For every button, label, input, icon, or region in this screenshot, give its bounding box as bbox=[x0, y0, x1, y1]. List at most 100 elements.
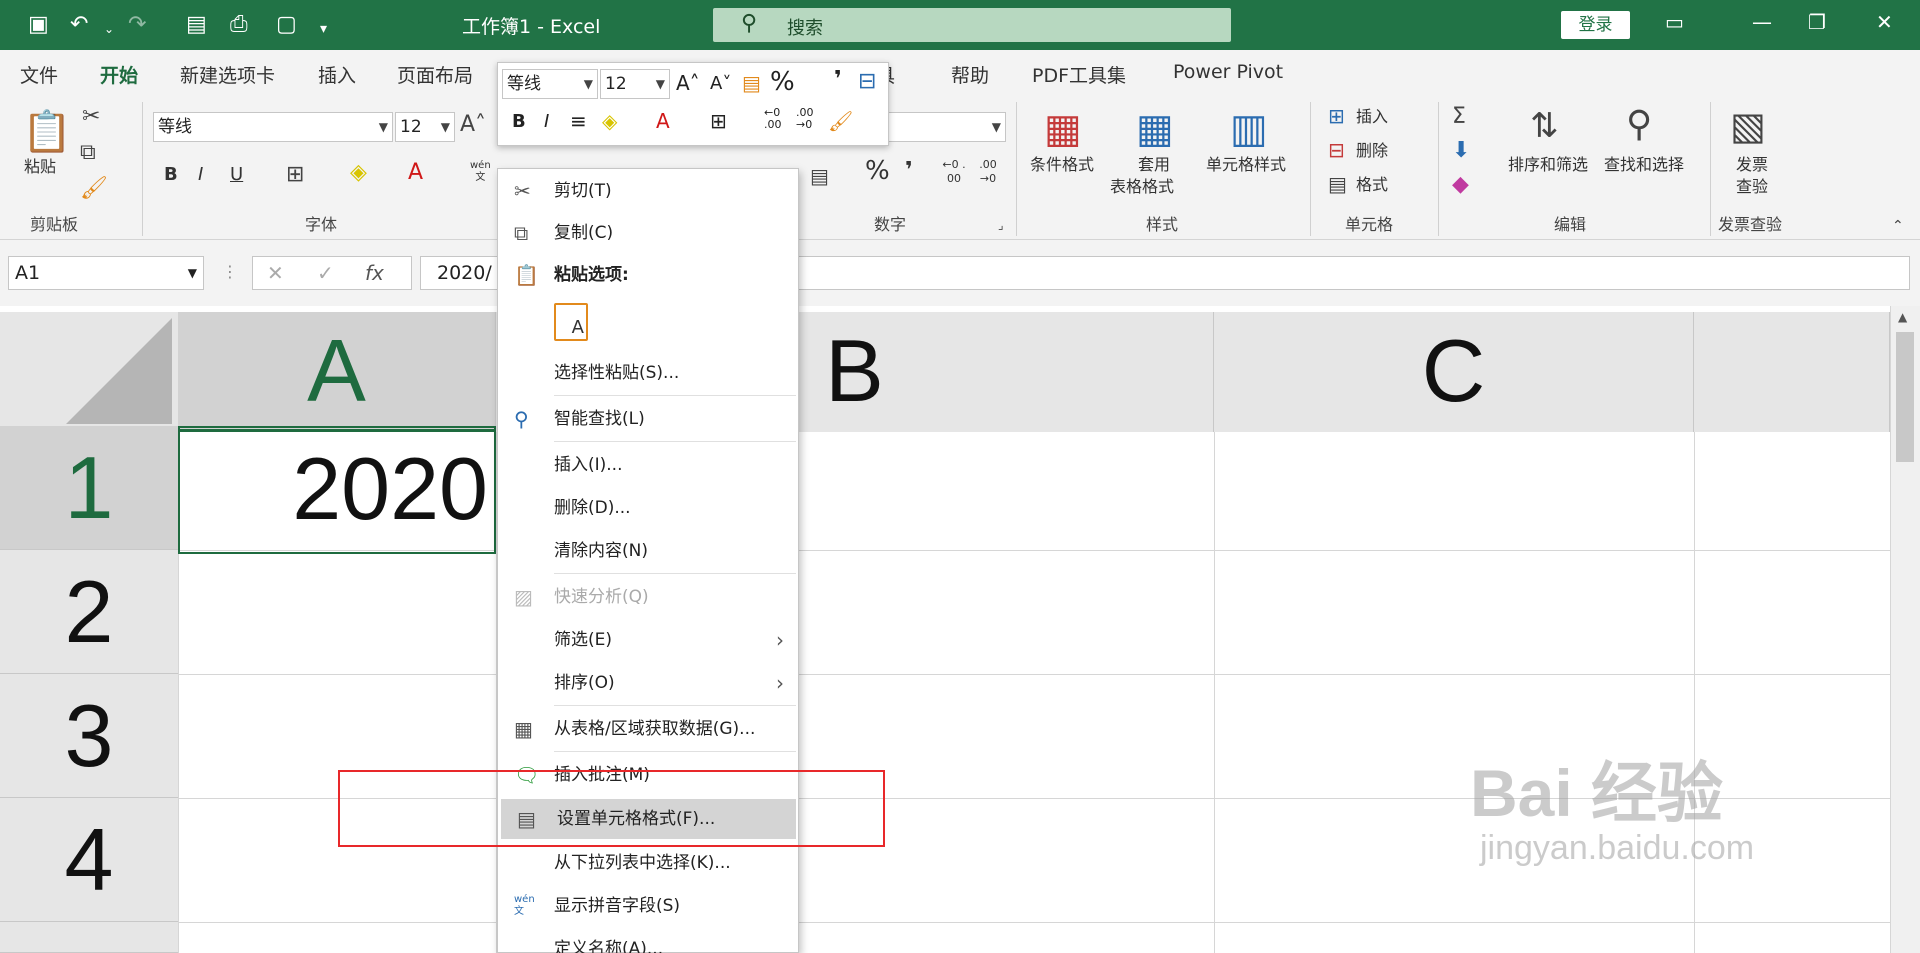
menu-item-get-data[interactable]: ▦ 从表格/区域获取数据(G)... bbox=[498, 709, 798, 749]
align-center-icon[interactable]: ≡ bbox=[570, 109, 587, 133]
bold-button[interactable]: B bbox=[164, 164, 178, 186]
vertical-scrollbar[interactable]: ▲ bbox=[1890, 306, 1920, 953]
underline-button[interactable]: U bbox=[230, 164, 243, 186]
pinyin-icon[interactable]: wén 文 bbox=[470, 160, 491, 184]
minimize-icon[interactable]: — bbox=[1752, 10, 1772, 34]
invoice-check-icon[interactable]: ▧ bbox=[1730, 104, 1766, 148]
search-box[interactable]: ⚲ 搜索 bbox=[713, 8, 1231, 42]
menu-item-define-name[interactable]: 定义名称(A)... bbox=[498, 929, 798, 953]
sort-filter-label[interactable]: 排序和筛选 bbox=[1508, 154, 1588, 176]
merge-center-icon[interactable]: ⊟ bbox=[858, 69, 876, 94]
menu-item-smart-lookup[interactable]: ⚲ 智能查找(L) bbox=[498, 399, 798, 439]
accounting-format-icon[interactable]: ▤ bbox=[810, 164, 829, 188]
mini-border-icon[interactable]: ⊞ bbox=[710, 109, 727, 133]
format-painter-icon[interactable]: 🖌 bbox=[80, 176, 108, 201]
invoice-label-1[interactable]: 发票 bbox=[1736, 154, 1768, 176]
mini-font-size-select[interactable]: 12 ▼ bbox=[600, 69, 670, 99]
menu-item-cut[interactable]: ✂ 剪切(T) bbox=[498, 171, 798, 211]
table-format-label-1[interactable]: 套用 bbox=[1138, 154, 1170, 176]
format-cells-icon[interactable]: ▤ bbox=[1328, 172, 1347, 196]
row-header-3[interactable]: 3 bbox=[0, 674, 178, 798]
increase-font-icon[interactable]: A˄ bbox=[676, 71, 700, 95]
font-color-icon[interactable]: A bbox=[408, 160, 423, 185]
decrease-decimal-button[interactable]: .00 →0 bbox=[976, 158, 1000, 186]
decrease-font-icon[interactable]: A˅ bbox=[710, 73, 731, 94]
insert-function-button[interactable]: fx bbox=[365, 261, 384, 285]
border-icon[interactable]: ⊞ bbox=[286, 162, 304, 187]
row-header-4[interactable]: 4 bbox=[0, 798, 178, 922]
enter-icon[interactable]: ✓ bbox=[317, 261, 334, 285]
customize-toolbar-icon[interactable]: ▾ bbox=[320, 16, 327, 42]
paste-label[interactable]: 粘贴 bbox=[24, 156, 56, 178]
cell-styles-icon[interactable]: ▥ bbox=[1230, 106, 1268, 152]
tab-pdf-tools[interactable]: PDF工具集 bbox=[1032, 61, 1126, 88]
copy-icon[interactable]: ⧉ bbox=[80, 140, 96, 165]
name-box[interactable]: A1 ▼ bbox=[8, 256, 204, 290]
font-size-select[interactable]: 12 ▼ bbox=[395, 112, 455, 142]
ribbon-display-icon[interactable]: ▭ bbox=[1665, 10, 1684, 34]
save-icon[interactable]: ▣ bbox=[28, 12, 49, 38]
mini-bold-button[interactable]: B bbox=[512, 111, 526, 132]
tab-page-layout[interactable]: 页面布局 bbox=[397, 61, 473, 88]
print-preview-icon[interactable]: ⎙ bbox=[230, 12, 248, 38]
row-header-1[interactable]: 1 bbox=[0, 426, 178, 550]
find-select-label[interactable]: 查找和选择 bbox=[1604, 154, 1684, 176]
dialog-launcher-icon[interactable]: ⌟ bbox=[998, 218, 1004, 232]
scrollbar-thumb[interactable] bbox=[1896, 332, 1914, 462]
delete-cells-icon[interactable]: ⊟ bbox=[1328, 138, 1345, 162]
restore-icon[interactable]: ❐ bbox=[1808, 10, 1826, 34]
column-header-d[interactable] bbox=[1694, 312, 1890, 432]
sort-filter-icon[interactable]: ⇅ bbox=[1530, 106, 1559, 146]
conditional-format-icon[interactable]: ▦ bbox=[1044, 106, 1082, 152]
menu-item-paste-special[interactable]: 选择性粘贴(S)... bbox=[498, 353, 798, 393]
italic-button[interactable]: I bbox=[198, 164, 203, 186]
increase-decimal-icon[interactable]: ←0.00 bbox=[764, 107, 782, 131]
tab-insert[interactable]: 插入 bbox=[318, 61, 356, 88]
font-name-select[interactable]: 等线 ▼ bbox=[153, 112, 393, 142]
menu-item-pick-from-list[interactable]: 从下拉列表中选择(K)... bbox=[498, 843, 798, 883]
menu-item-clear-contents[interactable]: 清除内容(N) bbox=[498, 531, 798, 571]
login-button[interactable]: 登录 bbox=[1561, 11, 1630, 39]
menu-item-show-pinyin[interactable]: wén 文显示拼音字段(S) bbox=[498, 886, 798, 926]
row-header-2[interactable]: 2 bbox=[0, 550, 178, 674]
column-header-a[interactable]: A bbox=[178, 312, 496, 432]
undo-icon[interactable]: ↶ bbox=[70, 12, 88, 38]
paste-keep-text-icon[interactable]: A bbox=[554, 303, 588, 341]
tab-help[interactable]: 帮助 bbox=[951, 61, 989, 88]
invoice-label-2[interactable]: 查验 bbox=[1736, 176, 1768, 198]
clear-icon[interactable]: ◆ bbox=[1452, 172, 1469, 197]
menu-item-filter[interactable]: 筛选(E) › bbox=[498, 620, 798, 660]
insert-cells-icon[interactable]: ⊞ bbox=[1328, 104, 1345, 128]
decrease-decimal-icon[interactable]: .00 →0 bbox=[796, 107, 814, 131]
table-format-icon[interactable]: ▦ bbox=[1136, 106, 1174, 152]
paste-icon[interactable]: 📋 bbox=[22, 108, 72, 155]
tab-home[interactable]: 开始 bbox=[100, 61, 138, 88]
delete-cells-label[interactable]: 删除 bbox=[1356, 140, 1388, 162]
scroll-up-icon[interactable]: ▲ bbox=[1898, 310, 1907, 324]
cut-icon[interactable]: ✂ bbox=[82, 104, 100, 129]
find-icon[interactable]: ⚲ bbox=[1626, 104, 1652, 145]
menu-item-sort[interactable]: 排序(O) › bbox=[498, 663, 798, 703]
mini-font-name-select[interactable]: 等线 ▼ bbox=[502, 69, 598, 99]
menu-item-copy[interactable]: ⧉ 复制(C) bbox=[498, 213, 798, 253]
mini-italic-button[interactable]: I bbox=[544, 111, 549, 132]
cancel-icon[interactable]: ✕ bbox=[267, 261, 284, 285]
mini-percent-button[interactable]: % bbox=[770, 67, 795, 97]
undo-dropdown-icon[interactable]: ⌄ bbox=[104, 16, 114, 42]
fill-icon[interactable]: ⬇ bbox=[1452, 138, 1470, 163]
increase-font-icon[interactable]: A˄ bbox=[460, 112, 486, 137]
percent-button[interactable]: % bbox=[865, 158, 890, 184]
row-header-5[interactable] bbox=[0, 922, 178, 953]
cell-styles-label[interactable]: 单元格样式 bbox=[1206, 154, 1286, 176]
document-icon[interactable]: ▢ bbox=[276, 12, 297, 38]
select-all-corner[interactable] bbox=[0, 312, 178, 432]
fill-color-icon[interactable]: ◈ bbox=[350, 160, 367, 185]
cell-style-icon[interactable]: ▤ bbox=[742, 71, 761, 95]
increase-decimal-button[interactable]: ←0 .00 bbox=[942, 158, 966, 186]
close-icon[interactable]: ✕ bbox=[1876, 10, 1893, 34]
form-icon[interactable]: ▤ bbox=[186, 12, 207, 38]
tab-new[interactable]: 新建选项卡 bbox=[180, 61, 275, 88]
mini-format-painter-icon[interactable]: 🖌 bbox=[828, 109, 853, 133]
tab-power-pivot[interactable]: Power Pivot bbox=[1173, 61, 1283, 83]
menu-item-delete[interactable]: 删除(D)... bbox=[498, 488, 798, 528]
